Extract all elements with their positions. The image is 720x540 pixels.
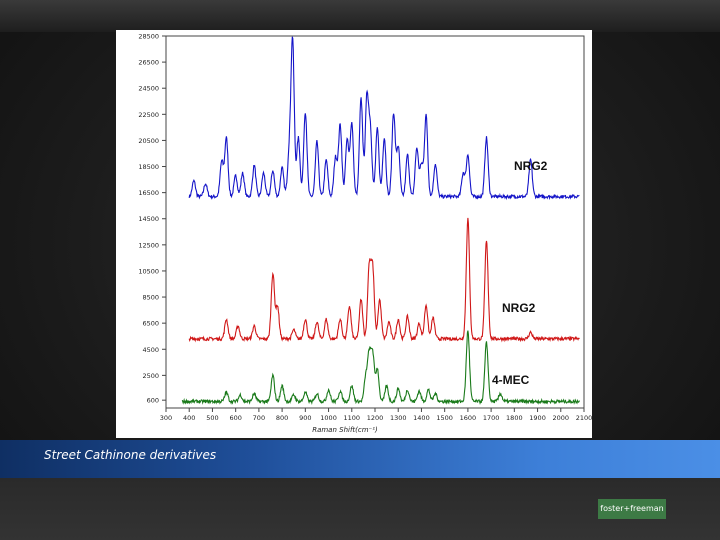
y-tick-label: 600 [147, 397, 159, 405]
top-bar [0, 0, 720, 32]
y-tick-label: 28500 [138, 33, 159, 41]
y-tick-label: 14500 [138, 215, 159, 223]
series-label-3: 4-MEC [492, 373, 530, 387]
x-tick-label: 1500 [436, 414, 453, 422]
series-label-1: NRG2 [514, 159, 548, 173]
y-tick-label: 4500 [142, 346, 159, 354]
x-tick-label: 800 [276, 414, 288, 422]
x-tick-label: 500 [206, 414, 218, 422]
x-tick-label: 1700 [483, 414, 500, 422]
x-tick-label: 400 [183, 414, 195, 422]
x-tick-label: 700 [253, 414, 265, 422]
x-tick-label: 2000 [553, 414, 570, 422]
x-tick-label: 1200 [367, 414, 384, 422]
x-tick-label: 1800 [506, 414, 523, 422]
y-tick-label: 22500 [138, 111, 159, 119]
y-tick-label: 24500 [138, 85, 159, 93]
caption-bar: Street Cathinone derivatives [0, 440, 720, 478]
x-tick-label: 1600 [460, 414, 477, 422]
y-tick-label: 20500 [138, 137, 159, 145]
series-label-2: NRG2 [502, 301, 536, 315]
y-tick-label: 6500 [142, 320, 159, 328]
y-tick-label: 8500 [142, 294, 159, 302]
x-tick-label: 1400 [413, 414, 430, 422]
plot-area [165, 35, 585, 409]
x-tick-label: 1000 [320, 414, 337, 422]
y-tick-label: 12500 [138, 241, 159, 249]
y-tick-label: 10500 [138, 267, 159, 275]
y-tick-label: 2500 [142, 372, 159, 380]
x-tick-label: 2100 [576, 414, 592, 422]
y-tick-label: 18500 [138, 163, 159, 171]
x-tick-label: 900 [299, 414, 311, 422]
x-tick-label: 1100 [344, 414, 361, 422]
x-tick-label: 300 [160, 414, 172, 422]
x-tick-label: 1300 [390, 414, 407, 422]
y-tick-label: 16500 [138, 189, 159, 197]
x-axis-label: Raman Shift(cm⁻¹) [312, 426, 378, 434]
slide-caption: Street Cathinone derivatives [44, 448, 217, 462]
x-tick-label: 1900 [529, 414, 546, 422]
x-tick-label: 600 [229, 414, 241, 422]
spectrum-chart: 600 2500 4500 6500 8500 10500 12500 14500 16500 1… [116, 30, 592, 438]
brand-logo: foster+freeman [598, 499, 666, 519]
y-tick-label: 26500 [138, 59, 159, 67]
spectrum-chart-svg: 600 2500 4500 6500 8500 10500 12500 14500 16500 1… [138, 33, 592, 435]
